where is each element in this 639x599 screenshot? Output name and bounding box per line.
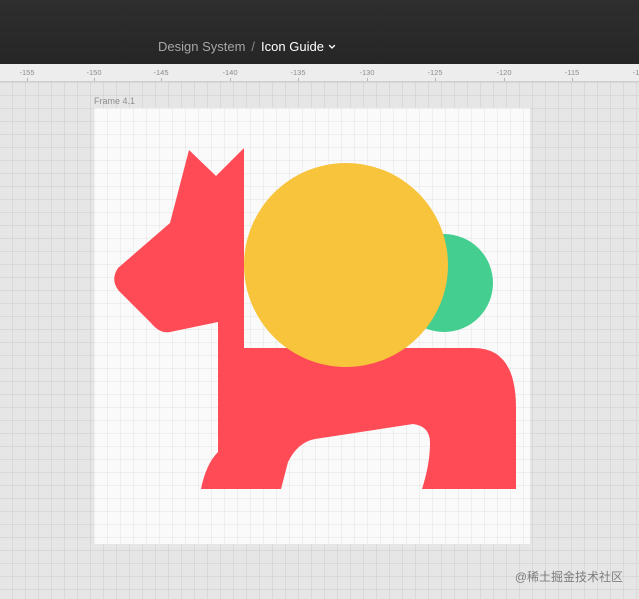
ruler-tick: -120 bbox=[496, 68, 512, 77]
ruler-tick: -130 bbox=[359, 68, 375, 77]
ruler-mark bbox=[367, 78, 368, 81]
frame-4-1[interactable] bbox=[94, 108, 530, 544]
breadcrumb-design-system[interactable]: Design System bbox=[158, 39, 245, 55]
ruler-mark bbox=[504, 78, 505, 81]
ruler-tick: -140 bbox=[222, 68, 238, 77]
breadcrumb-separator: / bbox=[251, 39, 256, 54]
ruler-tick: -145 bbox=[153, 68, 169, 77]
ruler-tick: -135 bbox=[290, 68, 306, 77]
ruler-mark bbox=[572, 78, 573, 81]
ruler-mark bbox=[161, 78, 162, 81]
horse-illustration[interactable] bbox=[94, 108, 530, 544]
file-name-dropdown[interactable]: Icon Guide bbox=[261, 39, 336, 55]
ruler-mark bbox=[27, 78, 28, 81]
frame-label[interactable]: Frame 4.1 bbox=[94, 96, 135, 106]
file-name-label: Icon Guide bbox=[261, 39, 324, 54]
ruler-tick: -125 bbox=[427, 68, 443, 77]
breadcrumb: Design System / Icon Guide bbox=[158, 39, 336, 55]
ruler-tick: -150 bbox=[86, 68, 102, 77]
ruler-mark bbox=[298, 78, 299, 81]
chevron-down-icon bbox=[328, 44, 336, 49]
ruler-tick: -1 bbox=[632, 68, 639, 77]
ruler-tick: -155 bbox=[19, 68, 35, 77]
ruler-mark bbox=[435, 78, 436, 81]
top-toolbar: Design System / Icon Guide bbox=[0, 0, 639, 64]
watermark-text: @稀土掘金技术社区 bbox=[514, 570, 623, 584]
ruler-mark bbox=[230, 78, 231, 81]
horizontal-ruler[interactable]: -155 -150 -145 -140 -135 -130 -125 -120 … bbox=[0, 64, 639, 82]
ruler-mark bbox=[94, 78, 95, 81]
ruler-tick: -115 bbox=[564, 68, 580, 77]
yellow-circle[interactable] bbox=[244, 163, 448, 367]
